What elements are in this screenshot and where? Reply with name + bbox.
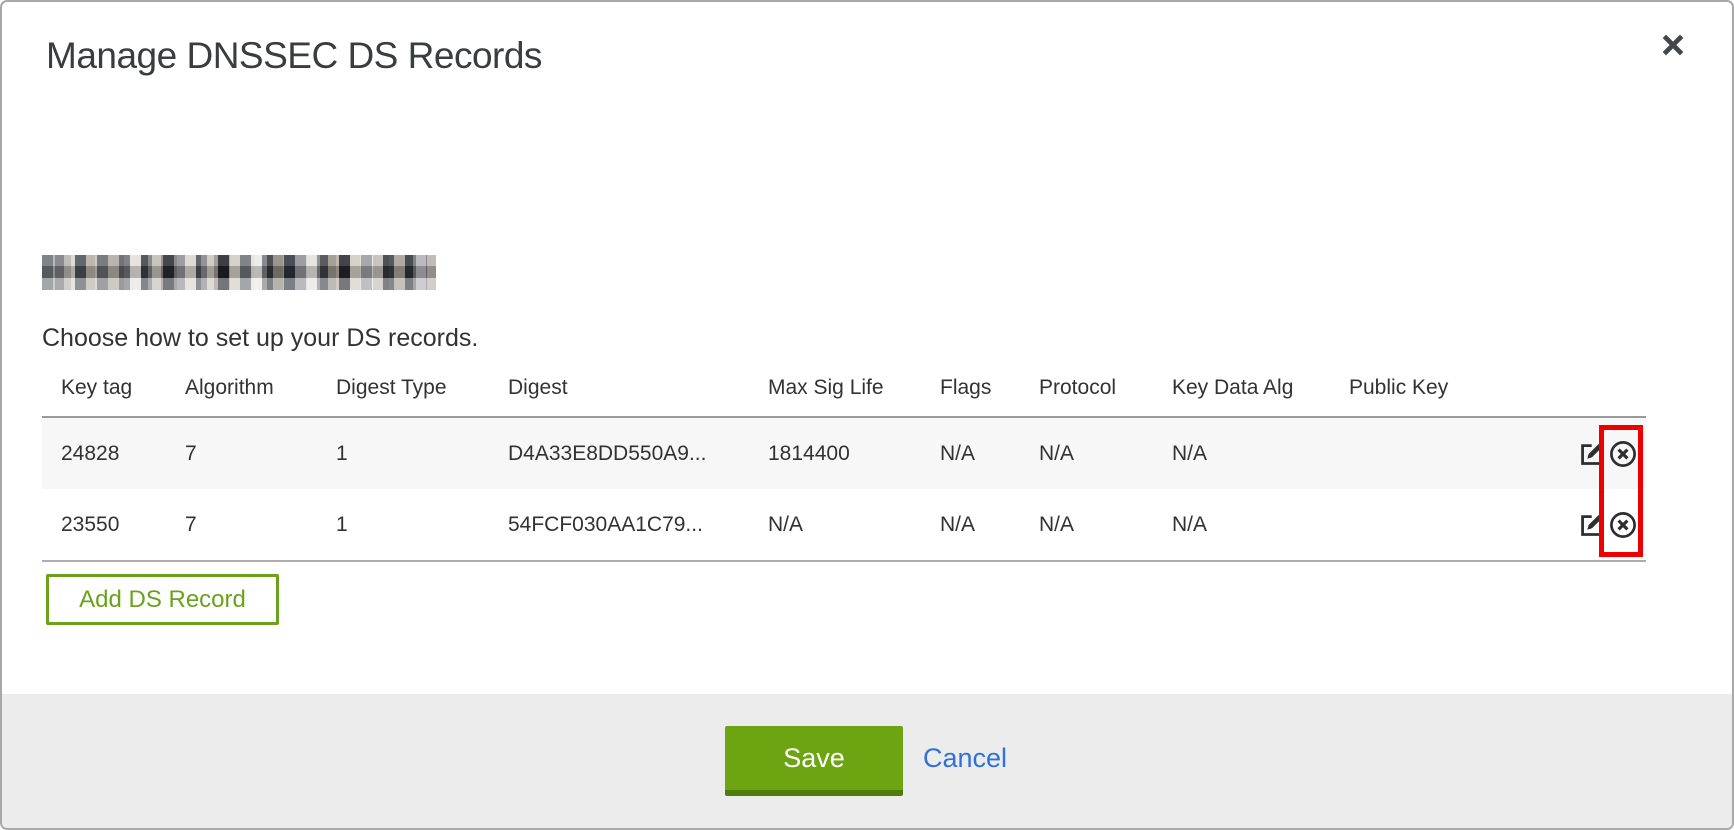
table-row: 24828 7 1 D4A33E8DD550A9... 1814400 N/A …	[42, 417, 1646, 489]
cell-public-key	[1349, 489, 1580, 561]
cell-digest: 54FCF030AA1C79...	[508, 489, 768, 561]
edit-pencil-square-icon	[1580, 440, 1605, 467]
row-actions	[1580, 489, 1646, 560]
column-header-flags: Flags	[940, 376, 1039, 417]
page-title: Manage DNSSEC DS Records	[46, 35, 542, 77]
cell-protocol: N/A	[1039, 489, 1172, 561]
cell-key-tag: 23550	[42, 489, 185, 561]
cell-public-key	[1349, 417, 1580, 489]
cell-key-tag: 24828	[42, 417, 185, 489]
cell-key-data-alg: N/A	[1172, 417, 1349, 489]
delete-record-button[interactable]	[1608, 510, 1638, 540]
cell-max-sig-life: 1814400	[768, 417, 940, 489]
column-header-key-tag: Key tag	[42, 376, 185, 417]
edit-record-button[interactable]	[1580, 511, 1605, 538]
delete-record-button[interactable]	[1608, 439, 1638, 469]
column-header-protocol: Protocol	[1039, 376, 1172, 417]
table-row: 23550 7 1 54FCF030AA1C79... N/A N/A N/A …	[42, 489, 1646, 561]
cell-algorithm: 7	[185, 489, 336, 561]
ds-records-table: Key tag Algorithm Digest Type Digest Max…	[42, 376, 1646, 562]
row-actions	[1580, 418, 1646, 489]
column-header-algorithm: Algorithm	[185, 376, 336, 417]
cell-digest: D4A33E8DD550A9...	[508, 417, 768, 489]
cell-digest-type: 1	[336, 417, 508, 489]
column-header-public-key: Public Key	[1349, 376, 1580, 417]
cell-key-data-alg: N/A	[1172, 489, 1349, 561]
cell-protocol: N/A	[1039, 417, 1172, 489]
table-header-row: Key tag Algorithm Digest Type Digest Max…	[42, 376, 1646, 417]
close-button[interactable]	[1658, 30, 1688, 60]
domain-name-redacted	[42, 255, 436, 290]
column-header-actions	[1580, 376, 1646, 417]
edit-pencil-square-icon	[1580, 511, 1605, 538]
cell-flags: N/A	[940, 489, 1039, 561]
close-icon	[1660, 32, 1686, 58]
setup-instruction-text: Choose how to set up your DS records.	[42, 324, 478, 353]
edit-record-button[interactable]	[1580, 440, 1605, 467]
cell-algorithm: 7	[185, 417, 336, 489]
column-header-digest: Digest	[508, 376, 768, 417]
delete-circle-x-icon	[1608, 439, 1638, 469]
column-header-max-sig-life: Max Sig Life	[768, 376, 940, 417]
cancel-link[interactable]: Cancel	[923, 726, 1007, 790]
column-header-key-data-alg: Key Data Alg	[1172, 376, 1349, 417]
add-ds-record-button[interactable]: Add DS Record	[46, 574, 279, 625]
save-button[interactable]: Save	[725, 726, 903, 796]
manage-dnssec-modal: Manage DNSSEC DS Records Choose how to s…	[0, 0, 1734, 830]
cell-flags: N/A	[940, 417, 1039, 489]
cell-digest-type: 1	[336, 489, 508, 561]
delete-circle-x-icon	[1608, 510, 1638, 540]
column-header-digest-type: Digest Type	[336, 376, 508, 417]
modal-footer: Save Cancel	[2, 694, 1732, 828]
cell-max-sig-life: N/A	[768, 489, 940, 561]
